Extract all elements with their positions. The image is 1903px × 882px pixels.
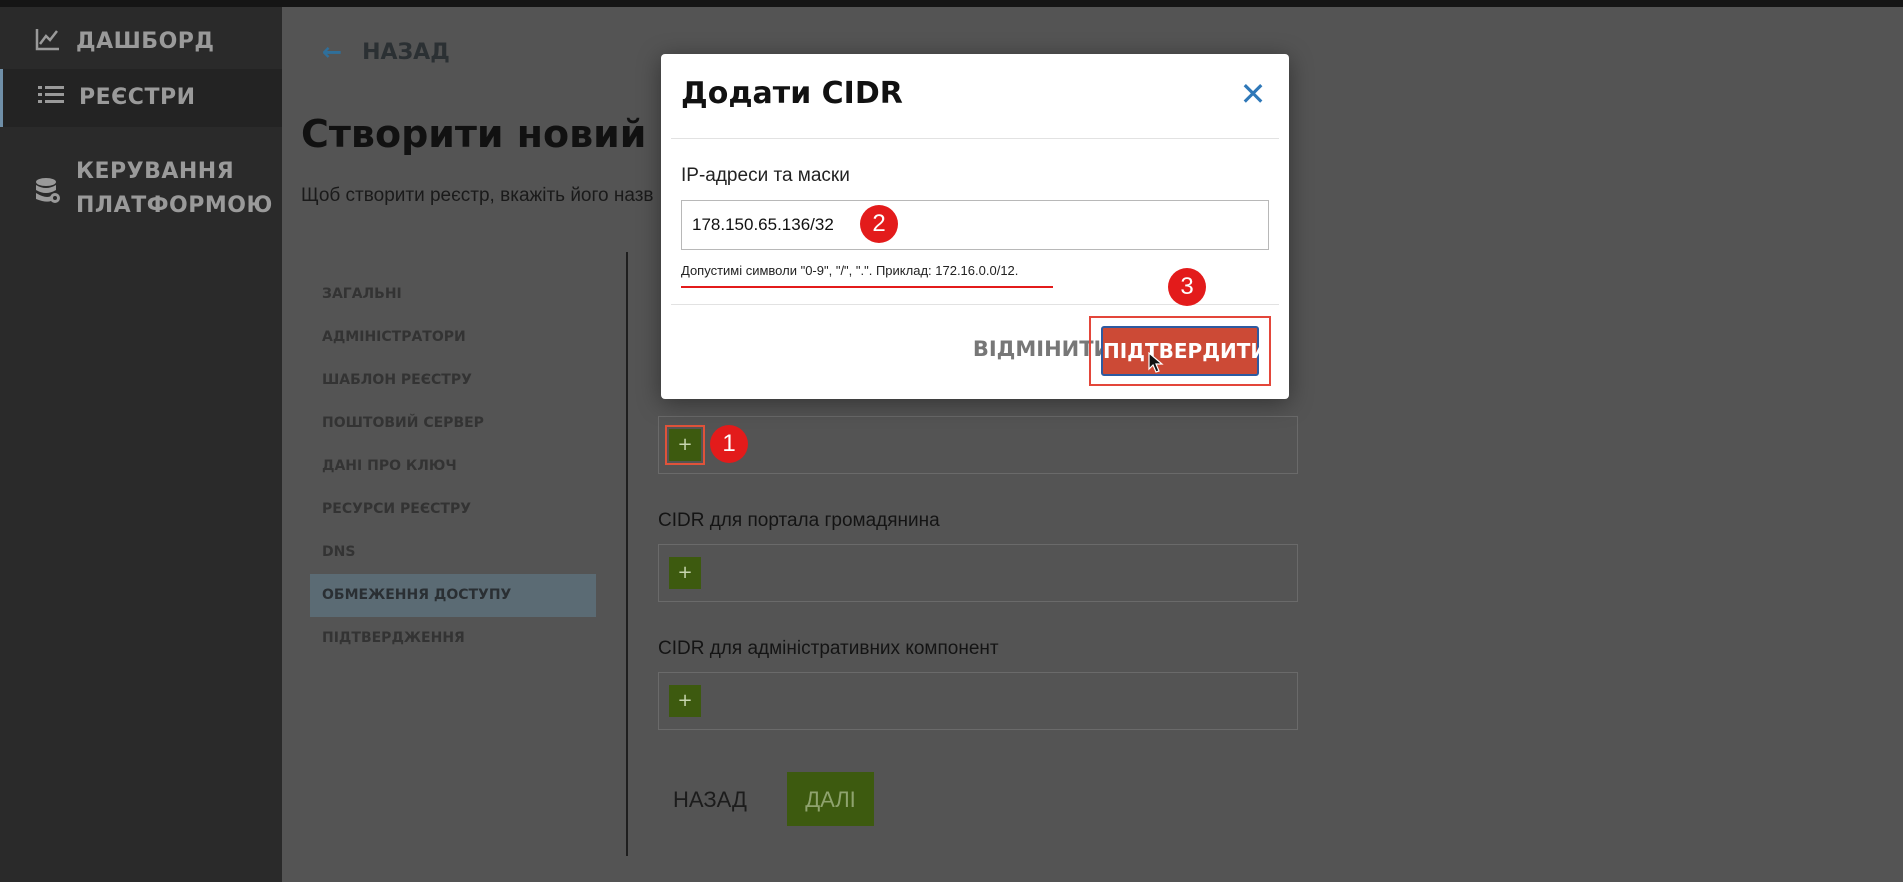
confirm-highlight: ПІДТВЕРДИТИ	[1089, 316, 1271, 386]
chart-icon	[34, 25, 62, 53]
ip-hint: Допустимі символи "0-9", "/", ".". Прикл…	[681, 263, 1019, 278]
step-dns[interactable]: DNS	[310, 531, 596, 574]
add-cidr-button[interactable]: +	[665, 425, 705, 465]
cidr-list-citizen: +	[658, 544, 1298, 602]
back-button[interactable]: НАЗАД	[660, 772, 760, 826]
sidebar-item-label: ДАШБОРД	[76, 29, 215, 54]
sidebar-item-label: КЕРУВАННЯ	[76, 159, 235, 184]
list-icon	[37, 81, 65, 109]
add-cidr-button[interactable]: +	[669, 557, 701, 589]
cidr-list-officer: +	[658, 416, 1298, 474]
annotation-marker: 1	[710, 425, 748, 463]
next-button[interactable]: ДАЛІ	[787, 772, 874, 826]
step-registry-template[interactable]: ШАБЛОН РЕЄСТРУ	[310, 359, 596, 402]
citizen-cidr-label: CIDR для портала громадянина	[658, 510, 940, 531]
sidebar-item-label: РЕЄСТРИ	[79, 85, 196, 110]
back-label: НАЗАД	[362, 39, 450, 65]
close-icon[interactable]: ✕	[1235, 76, 1271, 112]
modal-title: Додати CIDR	[681, 76, 903, 111]
wizard-steps: ЗАГАЛЬНІ АДМІНІСТРАТОРИ ШАБЛОН РЕЄСТРУ П…	[310, 273, 596, 660]
step-general[interactable]: ЗАГАЛЬНІ	[310, 273, 596, 316]
sidebar-item-dashboard[interactable]: ДАШБОРД	[0, 25, 282, 59]
section-divider	[626, 252, 628, 856]
step-registry-resources[interactable]: РЕСУРСИ РЕЄСТРУ	[310, 488, 596, 531]
sidebar: ДАШБОРД РЕЄСТРИ КЕРУВАННЯ ПЛАТФОРМОЮ	[0, 7, 282, 882]
confirm-button[interactable]: ПІДТВЕРДИТИ	[1101, 326, 1267, 376]
modal-divider	[671, 138, 1279, 139]
step-key-data[interactable]: ДАНІ ПРО КЛЮЧ	[310, 445, 596, 488]
hint-underline	[681, 286, 1053, 288]
ip-field-label: IP-адреси та маски	[681, 165, 850, 186]
step-mail-server[interactable]: ПОШТОВИЙ СЕРВЕР	[310, 402, 596, 445]
database-gear-icon	[34, 177, 62, 205]
sidebar-item-registries[interactable]: РЕЄСТРИ	[0, 69, 282, 127]
back-link[interactable]: ← НАЗАД	[322, 38, 450, 66]
page-subtitle: Щоб створити реєстр, вкажіть його назв	[301, 185, 654, 206]
annotation-marker: 3	[1168, 268, 1206, 306]
admin-cidr-label: CIDR для адміністративних компонент	[658, 638, 999, 659]
step-access-restrictions[interactable]: ОБМЕЖЕННЯ ДОСТУПУ	[310, 574, 596, 617]
sidebar-item-platform[interactable]: КЕРУВАННЯ ПЛАТФОРМОЮ	[0, 155, 282, 223]
sidebar-item-label-line2: ПЛАТФОРМОЮ	[76, 193, 273, 218]
arrow-left-icon: ←	[322, 38, 343, 66]
add-cidr-button[interactable]: +	[669, 685, 701, 717]
mouse-cursor-icon	[1148, 352, 1164, 373]
add-cidr-modal: Додати CIDR ✕ IP-адреси та маски Допусти…	[661, 54, 1289, 399]
cidr-list-admin: +	[658, 672, 1298, 730]
step-administrators[interactable]: АДМІНІСТРАТОРИ	[310, 316, 596, 359]
top-bar	[0, 0, 1903, 7]
step-confirmation[interactable]: ПІДТВЕРДЖЕННЯ	[310, 617, 596, 660]
ip-input[interactable]	[681, 200, 1269, 250]
annotation-marker: 2	[860, 205, 898, 243]
